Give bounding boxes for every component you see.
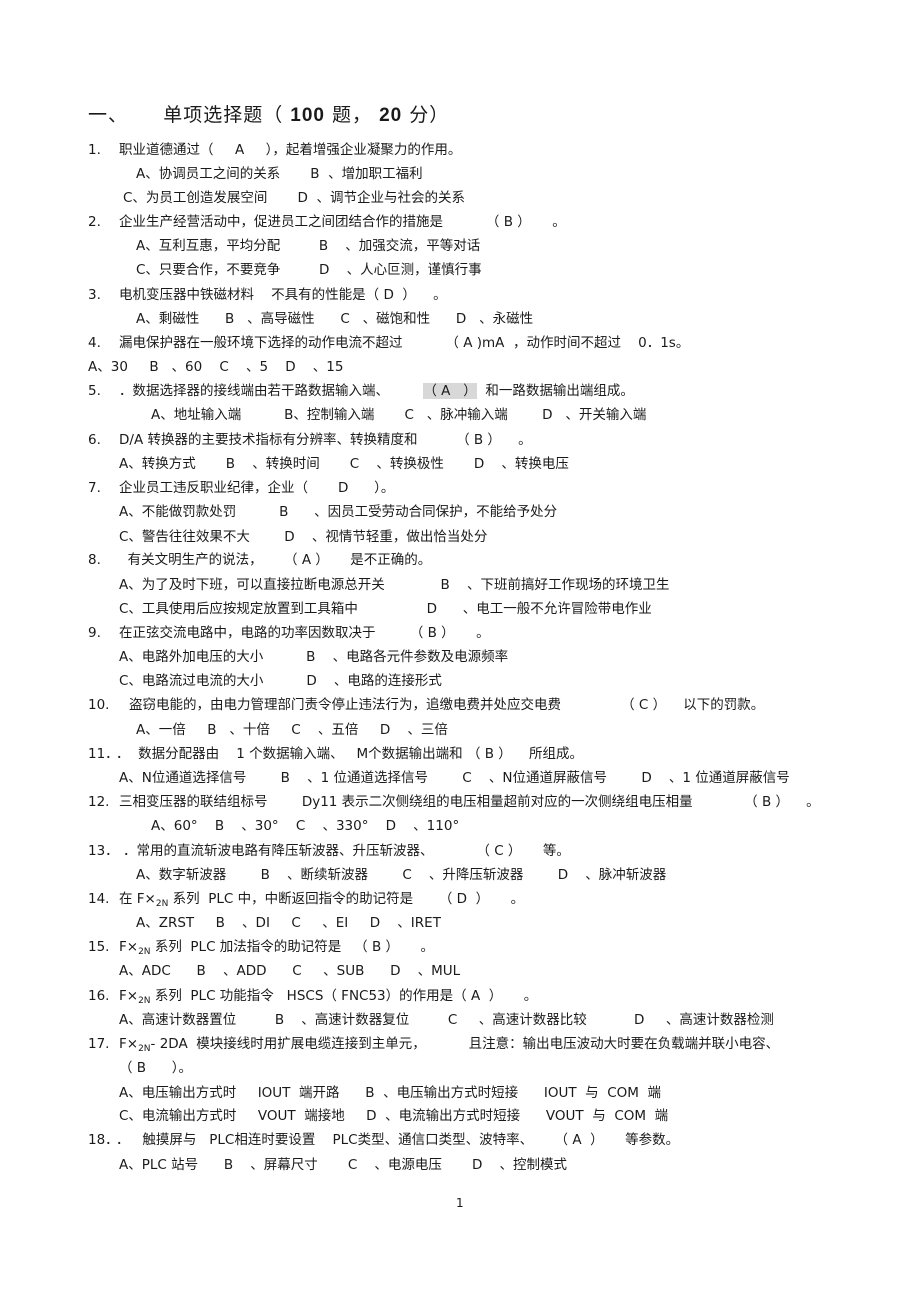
question-options: A、为了及时下班，可以直接拉断电源总开关 B 、下班前搞好工作现场的环境卫生 [119, 577, 670, 593]
question-stem: 企业员工违反职业纪律，企业（ D ）。 [119, 480, 395, 496]
page-number: 1 [456, 1196, 464, 1210]
question-number: 13． [88, 843, 119, 859]
question-number: 10. [88, 697, 110, 713]
question-number: 6. [88, 432, 101, 448]
question-number: 2. [88, 214, 101, 230]
question-stem: 在正弦交流电路中，电路的功率因数取决于 （ B ） 。 [119, 625, 490, 641]
question-options: A、60° B 、30° C 、330° D 、110° [151, 818, 460, 834]
question-stem: F×2N- 2DA 模块接线时用扩展电缆连接到主单元， 且注意：输出电压波动大时… [119, 1036, 780, 1054]
question-number: 3. [88, 287, 101, 303]
question-stem: ．常用的直流斩波电路有降压斩波器、升压斩波器、 （ C ） 等。 [123, 843, 570, 859]
question-options: A、高速计数器置位 B 、高速计数器复位 C 、高速计数器比较 D 、高速计数器… [119, 1012, 774, 1028]
question-options: A、互利互惠，平均分配 B 、加强交流，平等对话 [136, 238, 481, 254]
question-number: 16. [88, 988, 110, 1004]
question-stem: 企业生产经营活动中，促进员工之间团结合作的措施是 （ B ） 。 [119, 214, 566, 230]
question-number: 7. [88, 480, 101, 496]
question-stem: 有关文明生产的说法， （ A ） 是不正确的。 [119, 552, 432, 568]
question-stem: ． 触摸屏与 PLC相连时要设置 PLC类型、通信口类型、波特率、 （ A ） … [116, 1132, 680, 1148]
question-options: A、N位通道选择信号 B 、1 位通道选择信号 C 、N位通道屏蔽信号 D 、1… [119, 770, 790, 786]
question-options: A、转换方式 B 、转换时间 C 、转换极性 D 、转换电压 [119, 456, 569, 472]
question-stem: 漏电保护器在一般环境下选择的动作电流不超过 （ A )mA ，动作时间不超过 0… [119, 335, 690, 351]
question-options: C、电流输出方式时 VOUT 端接地 D 、电流输出方式时短接 VOUT 与 C… [119, 1108, 669, 1124]
question-stem: D/A 转换器的主要技术指标有分辨率、转换精度和 （ B ） 。 [119, 432, 532, 448]
question-stem-continued: （ B ）。 [119, 1060, 193, 1076]
question-options: A、数字斩波器 B 、断续斩波器 C 、升降压斩波器 D 、脉冲斩波器 [136, 867, 667, 883]
question-options: A、30 B 、60 C 、5 D 、15 [88, 359, 344, 375]
question-options: A、不能做罚款处罚 B 、因员工受劳动合同保护，不能给予处分 [119, 504, 558, 520]
document-page: 一、 单项选择题（ 100 题， 20 分） 1. 职业道德通过（ A ），起着… [0, 0, 920, 1303]
question-number: 14. [88, 891, 110, 907]
question-stem: F×2N 系列 PLC 加法指令的助记符是 （ B ） 。 [119, 939, 434, 957]
question-options: A、ADC B 、ADD C 、SUB D 、MUL [119, 963, 461, 979]
question-number: 8. [88, 552, 101, 568]
question-number: 18． [88, 1132, 119, 1148]
question-options: C、工具使用后应按规定放置到工具箱中 D 、电工一般不允许冒险带电作业 [119, 601, 652, 617]
question-options: A、协调员工之间的关系 B 、增加职工福利 [136, 166, 423, 182]
question-options: C、只要合作，不要竞争 D 、人心叵测，谨慎行事 [136, 262, 482, 278]
question-stem: 电机变压器中铁磁材料 不具有的性能是（ D ） 。 [119, 287, 447, 303]
question-number: 15. [88, 939, 110, 955]
question-options: A、电路外加电压的大小 B 、电路各元件参数及电源频率 [119, 649, 509, 665]
question-stem: 盗窃电能的，由电力管理部门责令停止违法行为，追缴电费并处应交电费 （ C ） 以… [129, 697, 765, 713]
question-number: 5. [88, 383, 101, 399]
question-options: A、地址输入端 B、控制输入端 C 、脉冲输入端 D 、开关输入端 [151, 407, 647, 423]
question-number: 17. [88, 1036, 110, 1052]
question-options: C、为员工创造发展空间 D 、调节企业与社会的关系 [123, 190, 465, 206]
question-options: A、电压输出方式时 IOUT 端开路 B 、电压输出方式时短接 IOUT 与 C… [119, 1085, 662, 1101]
question-options: A、一倍 B 、十倍 C 、五倍 D 、三倍 [136, 722, 448, 738]
question-number: 1. [88, 142, 101, 158]
question-number: 4. [88, 335, 101, 351]
question-options: A、PLC 站号 B 、屏幕尺寸 C 、电源电压 D 、控制模式 [119, 1157, 568, 1173]
question-number: 11． [88, 746, 119, 762]
question-stem: ．数据选择器的接线端由若干路数据输入端、 （ A ） 和一路数据输出端组成。 [119, 383, 634, 399]
question-options: A、剩磁性 B 、高导磁性 C 、磁饱和性 D 、永磁性 [136, 311, 534, 327]
question-stem: F×2N 系列 PLC 功能指令 HSCS（ FNC53）的作用是（ A ） 。 [119, 988, 538, 1006]
question-stem: ． 数据分配器由 1 个数据输入端、 M个数据输出端和 （ B ） 所组成。 [116, 746, 583, 762]
question-options: C、电路流过电流的大小 D 、电路的连接形式 [119, 673, 442, 689]
question-stem: 三相变压器的联结组标号 Dy11 表示二次侧绕组的电压相量超前对应的一次侧绕组电… [119, 794, 820, 810]
question-options: C、警告往往效果不大 D 、视情节轻重，做出恰当处分 [119, 529, 488, 545]
question-number: 9. [88, 625, 101, 641]
question-stem: 在 F×2N 系列 PLC 中，中断返回指令的助记符是 （ D ） 。 [119, 891, 525, 909]
question-stem: 职业道德通过（ A ），起着增强企业凝聚力的作用。 [119, 142, 462, 158]
question-options: A、ZRST B 、DI C 、EI D 、IRET [136, 915, 441, 931]
highlighted-answer: （ A ） [423, 383, 477, 399]
question-number: 12. [88, 794, 110, 810]
section-heading: 一、 单项选择题（ 100 题， 20 分） [88, 104, 450, 126]
